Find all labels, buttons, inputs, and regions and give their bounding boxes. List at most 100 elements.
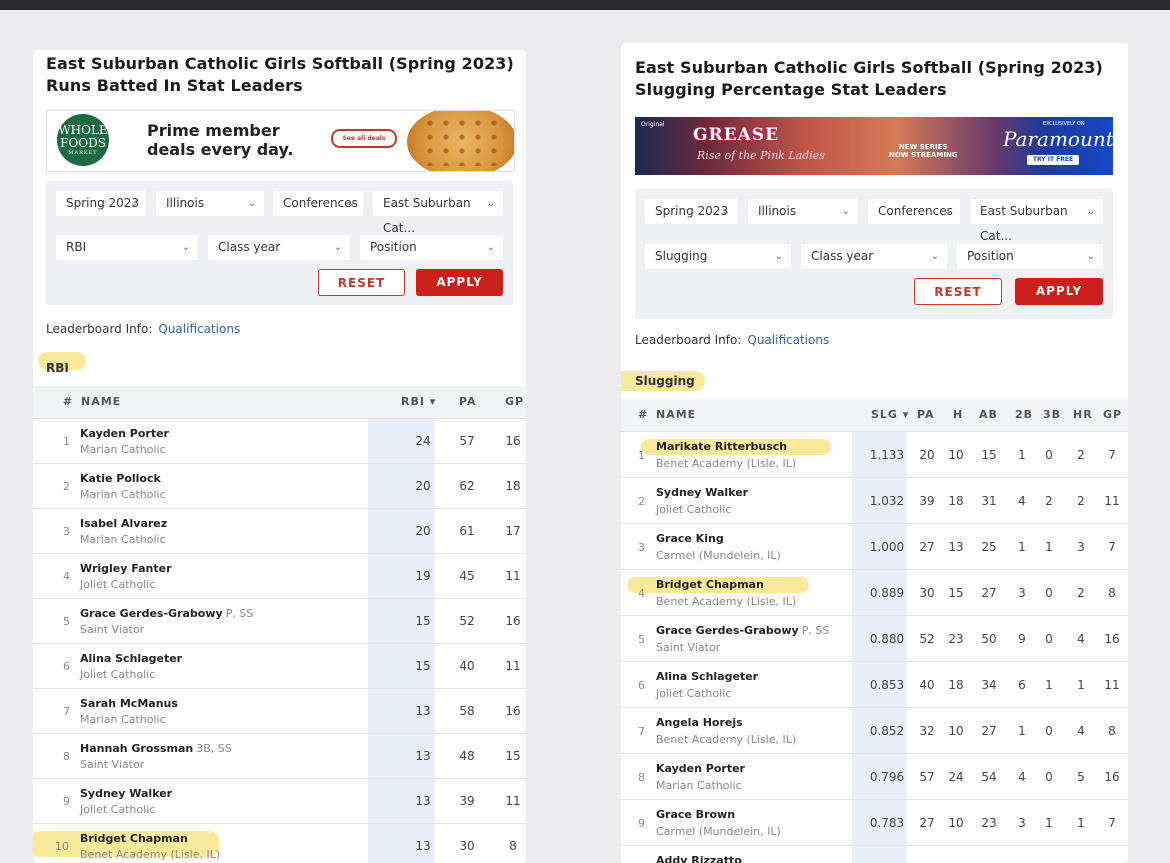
player-name[interactable]: Kayden Porter xyxy=(80,427,169,440)
table-row[interactable]: 7 Angela Horejs Benet Academy (Lisle, IL) 0… xyxy=(621,707,1128,754)
class-year-value: Class year xyxy=(811,249,874,263)
player-name[interactable]: Addy Rizzatto xyxy=(656,854,742,863)
player-name-text: Grace Gerdes-Grabowy xyxy=(656,624,799,637)
player-name[interactable]: Katie Pollock xyxy=(80,472,161,485)
slg-header[interactable]: SLG ▾ xyxy=(871,399,909,431)
apply-button[interactable]: APPLY xyxy=(1015,278,1103,305)
player-school: Saint Viator xyxy=(80,758,145,771)
conference-select[interactable]: East Suburban Cat... ⌄ xyxy=(970,199,1103,243)
table-row[interactable]: 7 Sarah McManus Marian Catholic 13 58 16 xyxy=(33,688,526,734)
player-name[interactable]: Angela Horejs xyxy=(656,716,743,729)
qualifications-link[interactable]: Qualifications xyxy=(747,333,829,347)
table-row[interactable]: 1 Kayden Porter Marian Catholic 24 57 16 xyxy=(33,418,526,464)
player-name[interactable]: Grace Gerdes-Grabowy P, SS xyxy=(80,607,253,620)
table-row[interactable]: 8 Kayden Porter Marian Catholic 0.796 57 24 54… xyxy=(621,753,1128,800)
hr-value: 2 xyxy=(1077,494,1085,508)
name-header: NAME xyxy=(81,395,122,408)
player-name-text: Grace King xyxy=(656,532,724,545)
rank-header: # xyxy=(638,408,649,421)
whole-foods-ad[interactable]: WHOLE FOODS MARKET Prime member deals ev… xyxy=(46,110,515,172)
reset-button[interactable]: RESET xyxy=(318,269,405,296)
player-name[interactable]: Grace Gerdes-Grabowy P, SS xyxy=(656,624,829,637)
player-name[interactable]: Alina Schlageter xyxy=(80,652,182,665)
ab-value: 23 xyxy=(981,816,997,830)
table-row[interactable]: 1 Marikate Ritterbusch Benet Academy (Lisl… xyxy=(621,431,1128,478)
table-row[interactable]: 5 Grace Gerdes-Grabowy P, SS Saint Viator 0.… xyxy=(621,615,1128,662)
table-row[interactable]: 4 Bridget Chapman Benet Academy (Lisle, IL… xyxy=(621,569,1128,616)
season-select[interactable]: Spring 2023 ⌄ xyxy=(56,191,146,216)
player-name[interactable]: Alina Schlageter xyxy=(656,670,758,683)
player-rank: 4 xyxy=(63,570,70,583)
table-row[interactable]: 10Addy Rizzatto xyxy=(621,845,1128,863)
chevron-down-icon: ⌄ xyxy=(181,242,190,253)
conference-type-select[interactable]: Conferences ⌄ xyxy=(868,199,960,224)
see-all-deals-button[interactable]: See all deals xyxy=(331,129,397,148)
conference-type-select[interactable]: Conferences ⌄ xyxy=(273,191,363,216)
player-name[interactable]: Grace Brown xyxy=(656,808,735,821)
player-name[interactable]: Grace King xyxy=(656,532,724,545)
player-name[interactable]: Kayden Porter xyxy=(656,762,745,775)
player-name[interactable]: Hannah Grossman 3B, SS xyxy=(80,742,232,755)
table-row[interactable]: 8 Hannah Grossman 3B, SS Saint Viator 13 48 15 xyxy=(33,733,526,779)
state-value: Illinois xyxy=(166,196,205,210)
chevron-down-icon: ⌄ xyxy=(486,198,495,209)
table-row[interactable]: 3 Grace King Carmel (Mundelein, IL) 1.000 27… xyxy=(621,523,1128,570)
pa-value: 52 xyxy=(919,632,935,646)
conference-value: East Suburban Cat... xyxy=(980,204,1068,243)
season-select[interactable]: Spring 2023 ⌄ xyxy=(645,199,738,224)
chevron-down-icon: ⌄ xyxy=(1086,251,1095,262)
table-row[interactable]: 3 Isabel Alvarez Marian Catholic 20 61 17 xyxy=(33,508,526,554)
chevron-down-icon: ⌄ xyxy=(346,198,355,209)
player-rank: 7 xyxy=(638,725,645,738)
chevron-down-icon: ⌄ xyxy=(247,198,256,209)
player-name[interactable]: Marikate Ritterbusch xyxy=(656,440,787,453)
logo-text: FOODS xyxy=(60,135,106,150)
3b-header: 3B xyxy=(1043,408,1062,421)
table-row[interactable]: 9 Sydney Walker Joliet Catholic 13 39 11 xyxy=(33,778,526,824)
gp-value: 11 xyxy=(1104,678,1120,692)
position-select[interactable]: Position ⌄ xyxy=(360,235,503,260)
pa-value: 32 xyxy=(919,724,935,738)
apply-button[interactable]: APPLY xyxy=(416,269,503,296)
gp-value: 16 xyxy=(505,614,521,628)
player-name[interactable]: Isabel Alvarez xyxy=(80,517,167,530)
top-bar xyxy=(0,0,1170,10)
player-name[interactable]: Wrigley Fanter xyxy=(80,562,172,575)
conference-select[interactable]: East Suburban Cat... ⌄ xyxy=(373,191,503,235)
reset-button[interactable]: RESET xyxy=(914,278,1002,305)
table-row[interactable]: 9 Grace Brown Carmel (Mundelein, IL) 0.783 2… xyxy=(621,799,1128,846)
table-row[interactable]: 2 Katie Pollock Marian Catholic 20 62 18 xyxy=(33,463,526,509)
player-name-text: Kayden Porter xyxy=(80,427,169,440)
table-row[interactable]: 2 Sydney Walker Joliet Catholic 1.032 39 18 31… xyxy=(621,477,1128,524)
player-name[interactable]: Sydney Walker xyxy=(80,787,172,800)
table-row[interactable]: 4 Wrigley Fanter Joliet Catholic 19 45 11 xyxy=(33,553,526,599)
player-name[interactable]: Bridget Chapman xyxy=(656,578,764,591)
state-select[interactable]: Illinois ⌄ xyxy=(156,191,264,216)
paramount-ad[interactable]: Original GREASE Rise of the Pink Ladies … xyxy=(635,117,1113,175)
stat-select[interactable]: Slugging ⌄ xyxy=(645,244,791,269)
player-name-text: Alina Schlageter xyxy=(80,652,183,665)
state-select[interactable]: Illinois ⌄ xyxy=(748,199,858,224)
ab-value: 50 xyxy=(981,632,997,646)
try-free-button[interactable]: TRY IT FREE xyxy=(1027,155,1079,165)
qualifications-link[interactable]: Qualifications xyxy=(158,322,240,336)
class-year-select[interactable]: Class year ⌄ xyxy=(801,244,947,269)
position-select[interactable]: Position ⌄ xyxy=(957,244,1103,269)
logo-text: MARKET xyxy=(68,149,98,156)
table-row[interactable]: 6 Alina Schlageter Joliet Catholic 15 40 11 xyxy=(33,643,526,689)
player-name-text: Katie Pollock xyxy=(80,472,161,485)
slg-value: 0.880 xyxy=(869,632,905,646)
player-name[interactable]: Sarah McManus xyxy=(80,697,178,710)
ab-value: 27 xyxy=(981,586,997,600)
table-row[interactable]: 6 Alina Schlageter Joliet Catholic 0.853 40 1… xyxy=(621,661,1128,708)
pa-value: 27 xyxy=(919,816,935,830)
table-row[interactable]: 10 Bridget Chapman Benet Academy (Lisle, I… xyxy=(33,823,526,863)
table-row[interactable]: 5 Grace Gerdes-Grabowy P, SS Saint Viator 15… xyxy=(33,598,526,644)
player-name[interactable]: Sydney Walker xyxy=(656,486,748,499)
player-name-text: Angela Horejs xyxy=(656,716,743,729)
rbi-header[interactable]: RBI ▾ xyxy=(401,386,436,418)
player-name[interactable]: Bridget Chapman xyxy=(80,832,188,845)
class-year-select[interactable]: Class year ⌄ xyxy=(208,235,350,260)
stat-select[interactable]: RBI ⌄ xyxy=(56,235,198,260)
hr-value: 4 xyxy=(1077,632,1085,646)
